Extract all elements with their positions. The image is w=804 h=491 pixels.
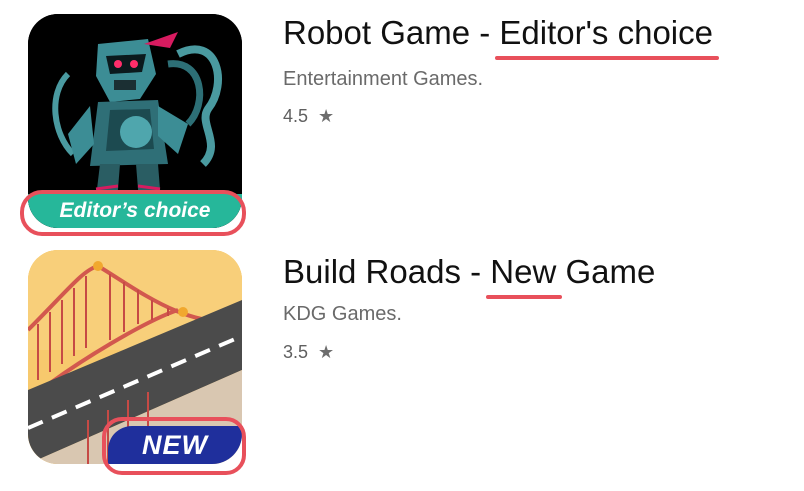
app-developer[interactable]: Entertainment Games. [283,68,483,91]
app-list-item[interactable]: Editor’s choice Robot Game - Editor's ch… [0,0,804,240]
app-list-item[interactable]: NEW Build Roads - New Game KDG Games. 3.… [0,240,804,491]
app-title[interactable]: Robot Game - Editor's choice [283,14,719,60]
app-title-suffix: Game [556,253,656,290]
app-rating: 3.5 ★ [283,342,334,363]
app-title-name: Robot Game - [283,14,500,51]
badge-highlight-outline [20,190,246,236]
star-icon: ★ [318,342,335,362]
star-icon: ★ [318,106,335,126]
app-developer[interactable]: KDG Games. [283,303,402,326]
rating-value: 4.5 [283,106,309,126]
app-title-highlight: Editor's choice [495,14,719,60]
badge-highlight-outline [102,417,246,475]
app-rating: 4.5 ★ [283,106,334,127]
app-title[interactable]: Build Roads - New Game [283,253,656,299]
app-title-name: Build Roads - [283,253,491,290]
rating-value: 3.5 [283,342,309,362]
app-title-highlight: New [486,253,563,299]
